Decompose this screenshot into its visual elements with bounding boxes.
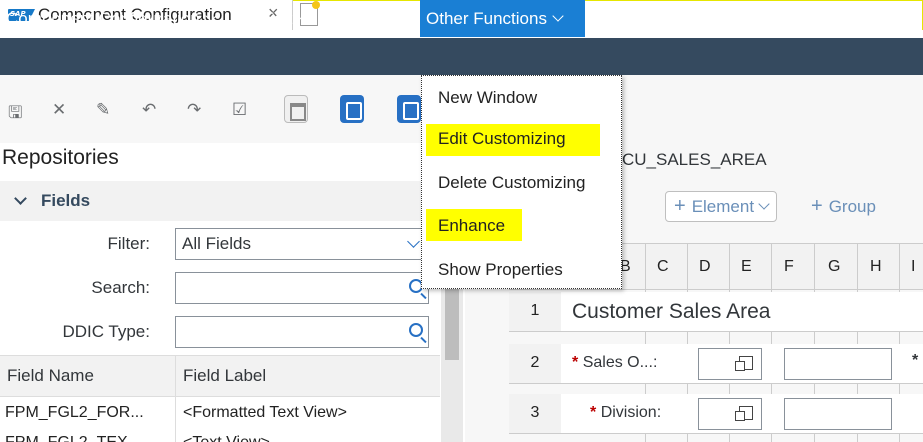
menu-label: Component Configuration — [6, 8, 200, 28]
grid-row-number: 1 — [509, 292, 561, 332]
filter-value: All Fields — [182, 234, 251, 253]
chevron-down-icon — [643, 10, 655, 22]
grid-row-number: 3 — [509, 394, 561, 434]
grid-column-d: D — [699, 258, 711, 275]
form-group-title: Customer Sales Area — [572, 300, 771, 323]
menu-item-enhance[interactable]: Enhance — [438, 216, 505, 236]
redo-icon[interactable]: ↷ — [187, 100, 201, 120]
chevron-down-icon — [297, 10, 309, 22]
chevron-down-icon — [758, 198, 770, 210]
layout-right-icon[interactable] — [397, 95, 421, 123]
filter-select[interactable]: All Fields — [175, 228, 429, 260]
grid-column-i: I — [911, 258, 916, 275]
menu-component-configuration[interactable]: Component Configuration — [0, 0, 221, 37]
configuration-name: CU_SALES_AREA — [622, 150, 767, 169]
add-element-label: Element — [691, 196, 755, 216]
sales-org-label-text: Sales O...: — [582, 354, 658, 371]
search-icon[interactable] — [409, 323, 423, 337]
grid-column-e: E — [741, 258, 752, 275]
menu-bar — [0, 38, 923, 75]
plus-icon: + — [811, 195, 823, 217]
grid-column-c: C — [657, 258, 669, 275]
division-label-text: Division: — [600, 404, 662, 421]
division-description-field[interactable] — [784, 398, 892, 430]
ddic-type-input[interactable] — [175, 316, 429, 348]
chevron-down-icon — [407, 235, 420, 248]
add-group-button[interactable]: + Group — [803, 191, 884, 222]
required-marker: * — [590, 404, 597, 421]
menu-other-functions[interactable]: Other Functions — [420, 0, 585, 37]
grid-column-g: G — [828, 258, 841, 275]
menu-label: Edit — [263, 8, 293, 28]
undo-icon[interactable]: ↶ — [142, 100, 156, 120]
menu-item-edit-customizing[interactable]: Edit Customizing — [438, 129, 566, 149]
fields-section-label: Fields — [41, 191, 91, 210]
grid-row-number: 2 — [509, 344, 561, 384]
table-cell[interactable]: <Formatted Text View> — [183, 404, 347, 422]
add-group-label: Group — [828, 196, 876, 216]
plus-icon: + — [674, 195, 686, 217]
grid-column-f: F — [784, 258, 794, 275]
table-cell[interactable]: FPM_FGL2_FOR... — [5, 404, 144, 422]
save-icon[interactable]: 🖫 — [8, 100, 22, 129]
column-divider — [175, 355, 176, 442]
menu-item-delete-customizing[interactable]: Delete Customizing — [438, 173, 585, 193]
edit-icon[interactable]: ✎ — [96, 100, 110, 120]
add-element-button[interactable]: + Element — [665, 191, 778, 222]
panel-icon[interactable] — [284, 95, 308, 123]
layout-left-icon[interactable] — [340, 95, 364, 123]
menu-item-new-window[interactable]: New Window — [438, 88, 537, 108]
chevron-down-icon — [552, 10, 564, 22]
menu-label: Help — [603, 8, 638, 28]
chevron-down-icon — [205, 10, 217, 22]
menu-help[interactable]: Help — [597, 0, 659, 37]
column-header-field-name[interactable]: Field Name — [7, 366, 94, 386]
value-help-icon[interactable] — [735, 406, 753, 421]
sales-org-description-field[interactable] — [784, 348, 892, 380]
chevron-down-icon — [14, 192, 27, 205]
menu-item-show-properties[interactable]: Show Properties — [438, 260, 563, 280]
division-input[interactable] — [698, 398, 762, 430]
grid-column-h: H — [870, 258, 882, 275]
repositories-title: Repositories — [2, 146, 119, 169]
left-scrollbar-thumb[interactable] — [445, 280, 459, 360]
search-input[interactable] — [175, 272, 429, 304]
menu-label: Other Functions — [426, 8, 547, 28]
chevron-down-icon — [382, 10, 395, 22]
cancel-icon[interactable]: ✕ — [52, 100, 66, 120]
menu-label: View — [341, 8, 378, 28]
sales-org-label: * Sales O...: — [572, 354, 657, 372]
filter-label: Filter: — [107, 234, 151, 253]
fields-section-header[interactable]: Fields — [0, 181, 440, 221]
menu-edit[interactable]: Edit — [257, 0, 313, 37]
other-functions-dropdown: New Window Edit Customizing Delete Custo… — [421, 75, 622, 289]
table-cell[interactable]: FPM_FGL2_TEX... — [5, 434, 141, 442]
table-cell[interactable]: <Text View> — [183, 434, 270, 442]
division-label: * Division: — [590, 404, 661, 422]
required-marker: * — [572, 354, 579, 371]
check-icon[interactable]: ☑ — [232, 100, 247, 120]
value-help-icon[interactable] — [735, 356, 753, 371]
menu-view[interactable]: View — [335, 0, 399, 37]
sales-org-input[interactable] — [698, 348, 762, 380]
required-marker: * — [912, 352, 919, 369]
column-header-field-label[interactable]: Field Label — [183, 366, 266, 386]
ddic-type-label: DDIC Type: — [62, 322, 150, 341]
search-label: Search: — [91, 278, 150, 297]
